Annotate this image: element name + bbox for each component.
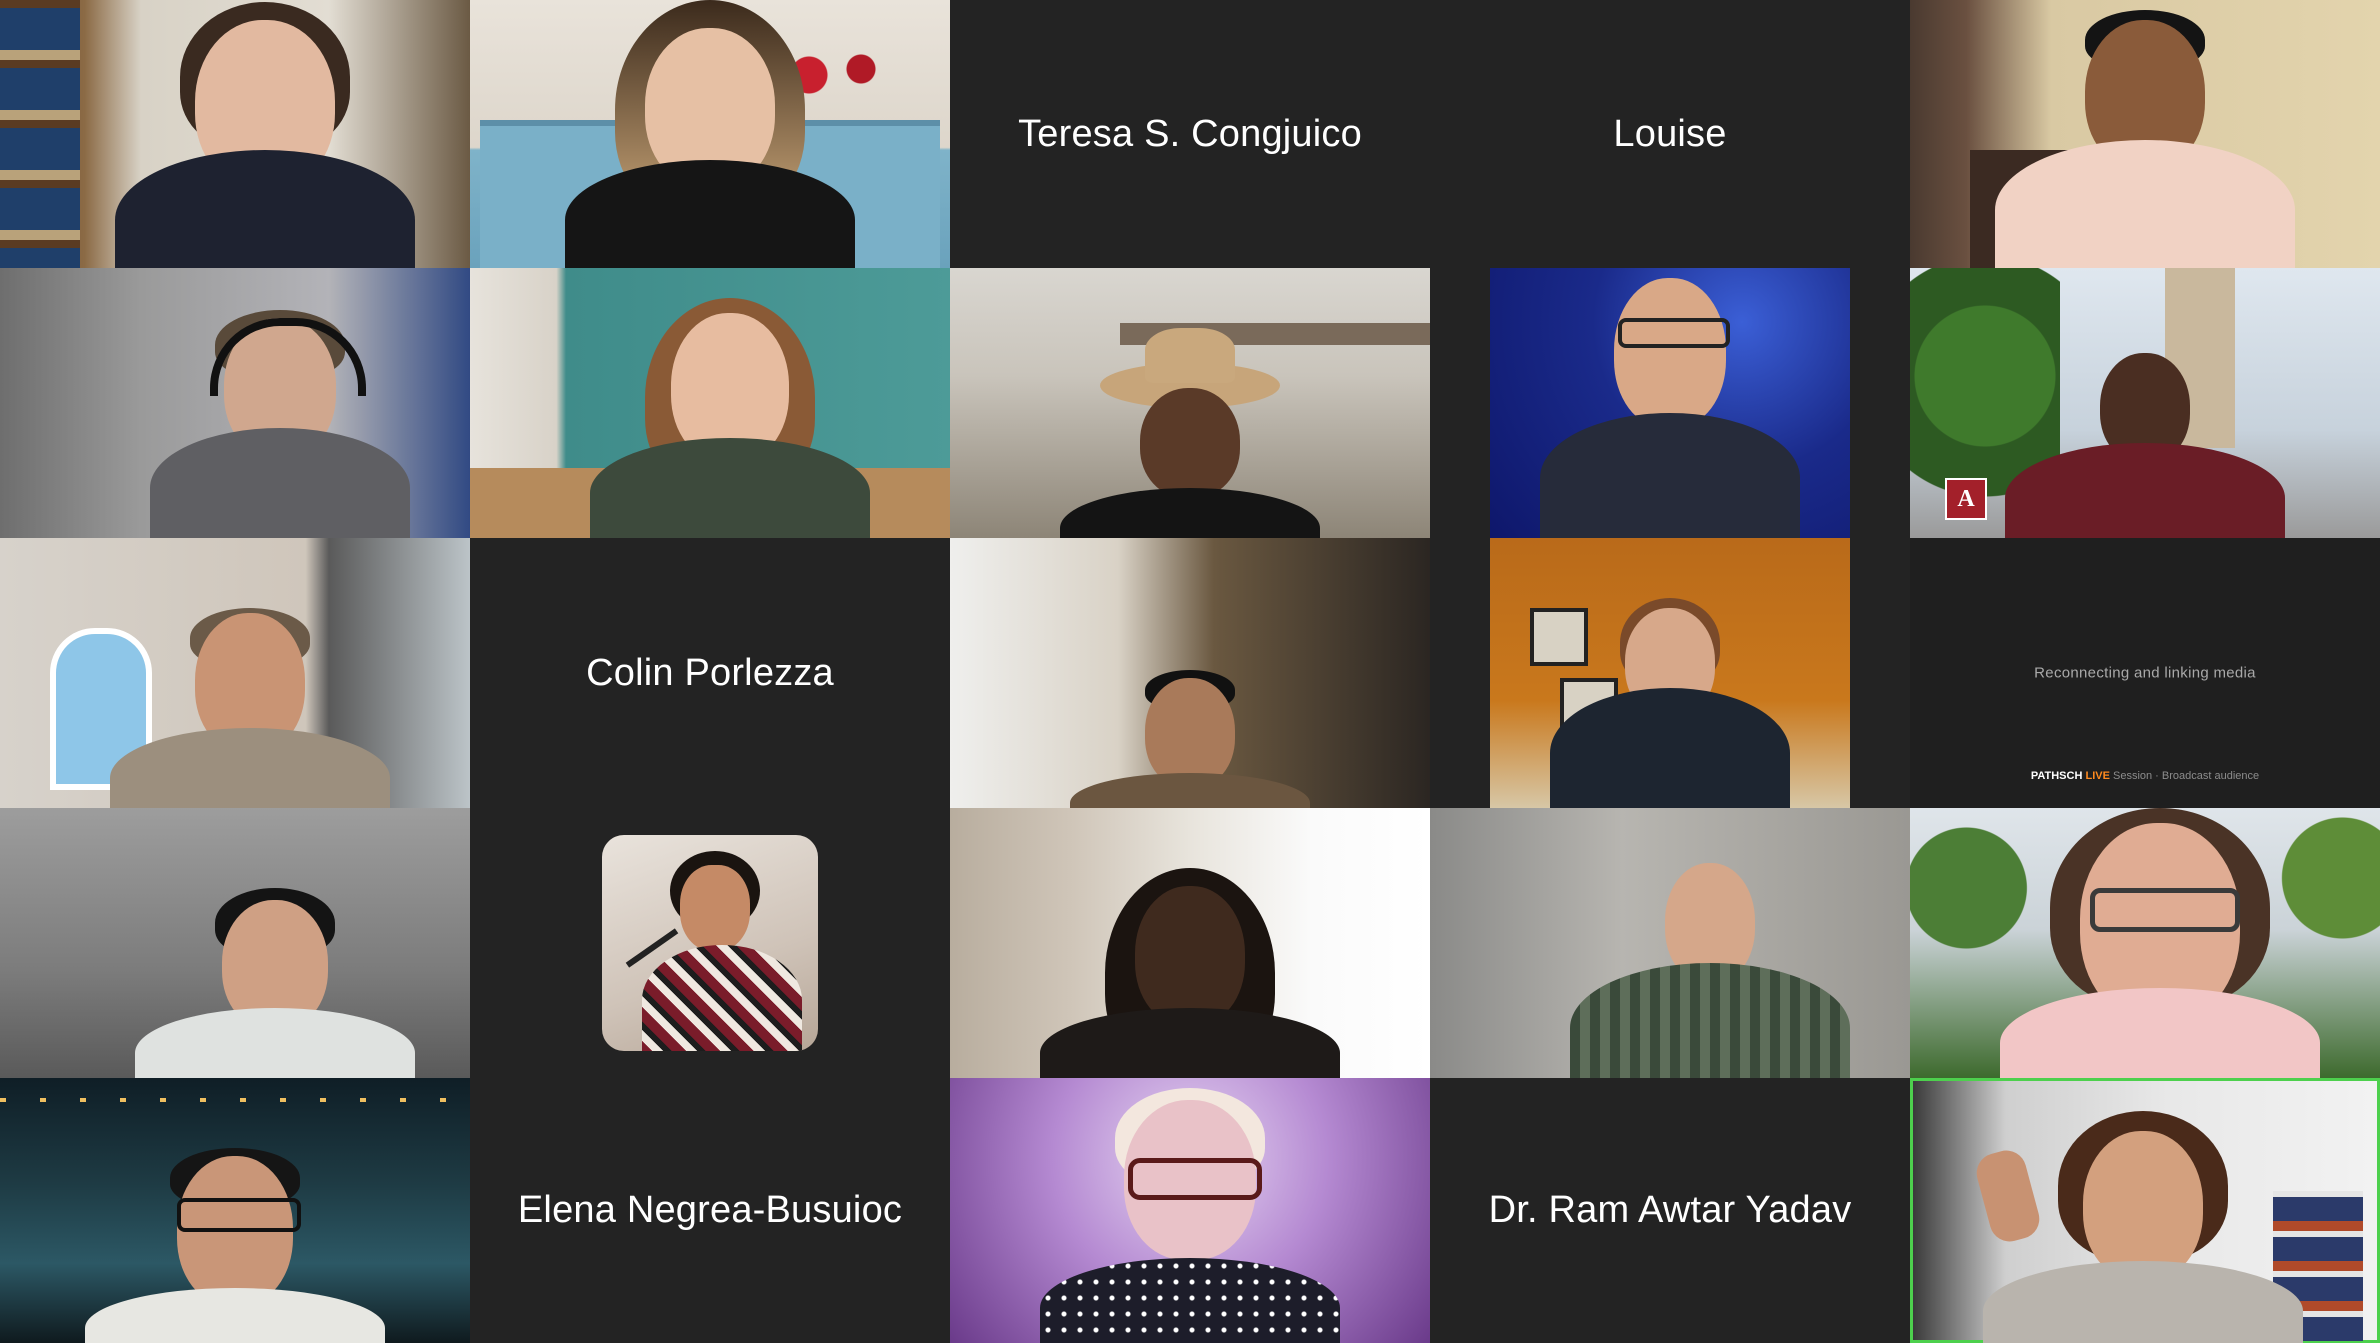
bookshelf (0, 0, 80, 268)
video-tile[interactable] (950, 808, 1430, 1078)
participant (590, 268, 870, 538)
portrait-body (642, 945, 802, 1051)
participant-video (1913, 1081, 2377, 1343)
reconnecting-status: Reconnecting and linking media (2034, 664, 2256, 682)
video-tile[interactable] (470, 268, 950, 538)
participant (1540, 268, 1800, 538)
participant (110, 538, 390, 808)
video-tile[interactable] (0, 0, 470, 268)
video-tile[interactable] (0, 1078, 470, 1343)
participant-name-tile[interactable]: Dr. Ram Awtar Yadav (1430, 1078, 1910, 1343)
participant (1550, 538, 1790, 808)
participant (85, 1078, 385, 1343)
video-tile[interactable] (470, 0, 950, 268)
participant (560, 0, 860, 268)
participant-video (0, 808, 470, 1078)
participant-video (0, 268, 470, 538)
participant (2000, 808, 2320, 1078)
participant (1060, 268, 1320, 538)
glasses (2090, 888, 2240, 932)
participant-name: Colin Porlezza (586, 651, 834, 694)
participant-name-tile[interactable]: Teresa S. Congjuico (950, 0, 1430, 268)
participant-video (470, 0, 950, 268)
participant-video (950, 808, 1430, 1078)
participant-video (470, 268, 950, 538)
participant (150, 268, 410, 538)
participant-name-tile[interactable]: Elena Negrea-Busuioc (470, 1078, 950, 1343)
hat-crown (1145, 328, 1235, 383)
participant-name: Teresa S. Congjuico (1018, 112, 1362, 155)
video-tile[interactable] (1430, 538, 1910, 808)
participant-name: Dr. Ram Awtar Yadav (1488, 1189, 1852, 1231)
participant-name-tile[interactable]: Colin Porlezza (470, 538, 950, 808)
video-tile[interactable] (950, 268, 1430, 538)
video-tile[interactable] (1910, 808, 2380, 1078)
participant-video (0, 1078, 470, 1343)
participant-name: Louise (1613, 112, 1727, 155)
participant-video (950, 538, 1430, 808)
brand-label: PATHSCH (2030, 770, 2083, 782)
participant (135, 808, 415, 1078)
participant (2005, 268, 2285, 538)
letter-a-flag-icon: A (1945, 478, 1987, 520)
live-badge: LIVE (2085, 770, 2110, 782)
participant-video (1910, 808, 2380, 1078)
participant-video (950, 268, 1430, 538)
reconnecting-tile[interactable]: Reconnecting and linking media PATHSCH L… (1910, 538, 2380, 808)
participant (1040, 1078, 1340, 1343)
video-tile[interactable] (0, 538, 470, 808)
reconnecting-footer: PATHSCH LIVE Session · Broadcast audienc… (1910, 770, 2380, 782)
portrait-face (680, 865, 750, 951)
footer-caption: Session · Broadcast audience (2112, 770, 2260, 782)
video-grid: Teresa S. Congjuico Louise A Colin Porle… (0, 0, 2380, 1343)
participant-video (1910, 0, 2380, 268)
video-tile[interactable] (1430, 268, 1910, 538)
video-tile[interactable] (1910, 0, 2380, 268)
participant (1070, 538, 1310, 808)
participant-video (0, 538, 470, 808)
video-tile[interactable] (1430, 808, 1910, 1078)
video-tile[interactable] (0, 808, 470, 1078)
participant (1040, 808, 1340, 1078)
avatar-tile[interactable] (470, 808, 950, 1078)
active-speaker-tile[interactable] (1910, 1078, 2380, 1343)
participant (1570, 808, 1850, 1078)
participant-video (1490, 538, 1850, 808)
video-tile[interactable]: A (1910, 268, 2380, 538)
participant-name-tile[interactable]: Louise (1430, 0, 1910, 268)
video-tile[interactable] (950, 1078, 1430, 1343)
glasses (177, 1198, 301, 1232)
participant (1995, 0, 2295, 268)
participant-name: Elena Negrea-Busuioc (517, 1189, 903, 1231)
participant-video: A (1910, 268, 2380, 538)
profile-photo (602, 835, 818, 1051)
glasses (1618, 318, 1730, 348)
participant (115, 0, 415, 268)
participant-video (950, 1078, 1430, 1343)
participant-video (1430, 808, 1910, 1078)
video-tile[interactable] (0, 268, 470, 538)
participant-video (0, 0, 470, 268)
glasses (1128, 1158, 1262, 1200)
participant-video (1490, 268, 1850, 538)
video-tile[interactable] (950, 538, 1430, 808)
